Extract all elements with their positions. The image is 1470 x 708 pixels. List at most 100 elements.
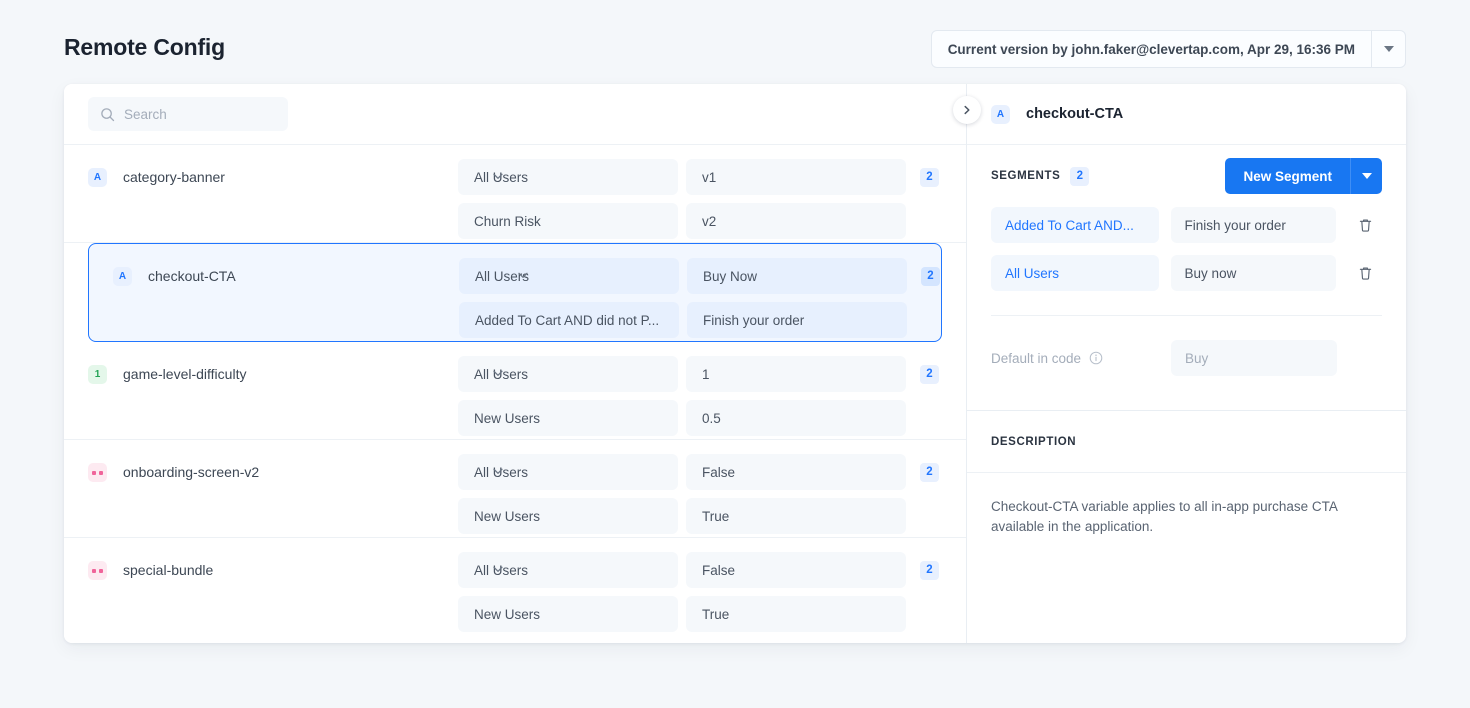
rule-line: New Users True [458, 596, 942, 632]
rule-line: All Users False 2 [458, 454, 942, 490]
variable-row[interactable]: 1 game-level-difficulty All Users 1 2 New Use… [64, 342, 966, 440]
boolean-dot [92, 568, 96, 573]
variant-count-badge: 2 [920, 560, 939, 580]
rule-segment-cell[interactable]: All Users [459, 258, 679, 294]
new-segment-split-button[interactable]: New Segment [1225, 158, 1382, 194]
type-badge-boolean [88, 561, 107, 580]
variable-name: onboarding-screen-v2 [123, 464, 260, 480]
variant-count-badge: 2 [921, 266, 940, 286]
delete-segment-button[interactable] [1348, 256, 1382, 290]
type-badge-string: A [88, 168, 107, 187]
variable-name: category-banner [123, 169, 225, 185]
rule-segment-cell[interactable]: Churn Risk [458, 203, 678, 239]
segments-header: SEGMENTS 2 New Segment [967, 145, 1406, 207]
rule-value-cell[interactable]: False [686, 552, 906, 588]
caret-glyph [1361, 173, 1372, 179]
expand-row-chevron-down-icon[interactable] [491, 169, 505, 188]
variable-rules: All Users False 2 New Users True [458, 440, 942, 537]
segments-label: SEGMENTS [991, 170, 1061, 182]
variable-rules: All Users Buy Now 2 Added To Cart AND did n… [459, 244, 941, 341]
expand-row-chevron-down-icon[interactable] [491, 464, 505, 483]
page-title: Remote Config [64, 34, 225, 60]
rule-value-cell[interactable]: True [686, 596, 906, 632]
chevron-down-icon[interactable] [1371, 31, 1405, 67]
search-placeholder: Search [124, 106, 167, 122]
default-label-text: Default in code [991, 350, 1082, 366]
rule-line: All Users v1 2 [458, 159, 942, 195]
detail-title: checkout-CTA [1026, 106, 1124, 122]
type-badge-number: 1 [88, 365, 107, 384]
variable-name-cell: 1 game-level-difficulty [88, 342, 458, 439]
variant-count-badge: 2 [920, 364, 939, 384]
variable-row[interactable]: onboarding-screen-v2 All Users False 2 New U… [64, 440, 966, 538]
segment-name-pill[interactable]: Added To Cart AND... [991, 207, 1159, 243]
variable-row[interactable]: Acheckout-CTA All Users Buy Now 2 Added To C… [88, 243, 942, 342]
variable-rules: All Users False 2 New Users True [458, 538, 942, 636]
description-label: DESCRIPTION [967, 411, 1406, 473]
rule-value-cell[interactable]: Finish your order [687, 302, 907, 338]
variant-count-badge: 2 [920, 462, 939, 482]
default-in-code-label: Default in code [991, 351, 1159, 366]
expand-row-chevron-down-icon[interactable] [491, 562, 505, 581]
segment-row: All Users Buy now [991, 255, 1382, 291]
rule-value-cell[interactable]: v1 [686, 159, 906, 195]
segments-count-badge: 2 [1070, 166, 1090, 186]
rule-value-cell[interactable]: 0.5 [686, 400, 906, 436]
caret-glyph [1383, 46, 1394, 52]
version-selector-label: Current version by john.faker@clevertap.… [947, 41, 1355, 57]
boolean-dot [92, 470, 96, 475]
detail-header: A checkout-CTA [967, 84, 1406, 145]
delete-segment-button[interactable] [1348, 208, 1382, 242]
variable-name-cell: Acategory-banner [88, 145, 458, 242]
version-selector[interactable]: Current version by john.faker@clevertap.… [930, 30, 1406, 68]
collapse-panel-button[interactable] [953, 96, 981, 124]
info-icon[interactable] [1089, 351, 1103, 365]
description-text: Checkout-CTA variable applies to all in-… [991, 499, 1338, 534]
search-bar-row: Search [64, 84, 966, 145]
rule-line: New Users True [458, 498, 942, 534]
rule-line: Added To Cart AND did not P... Finish you… [459, 302, 941, 338]
segment-name-pill[interactable]: All Users [991, 255, 1159, 291]
new-segment-button[interactable]: New Segment [1225, 158, 1350, 194]
variable-name: checkout-CTA [148, 268, 236, 284]
rule-value-cell[interactable]: True [686, 498, 906, 534]
rule-value-cell[interactable]: False [686, 454, 906, 490]
trash-icon [1359, 266, 1371, 280]
rule-value-cell[interactable]: Buy Now [687, 258, 907, 294]
variable-name: game-level-difficulty [123, 366, 247, 382]
rule-line: All Users False 2 [458, 552, 942, 588]
trash-icon [1359, 218, 1371, 232]
rule-segment-cell[interactable]: Added To Cart AND did not P... [459, 302, 679, 338]
rule-line: All Users 1 2 [458, 356, 942, 392]
boolean-dot [99, 470, 103, 475]
segment-value-input[interactable]: Finish your order [1170, 207, 1337, 243]
variable-name-cell: special-bundle [88, 538, 458, 636]
expand-row-chevron-down-icon[interactable] [491, 366, 505, 385]
type-badge-string: A [113, 267, 132, 286]
rule-segment-cell[interactable]: New Users [458, 400, 678, 436]
variant-count-badge: 2 [920, 167, 939, 187]
chevron-right-icon [964, 105, 970, 115]
rule-value-cell[interactable]: 1 [686, 356, 906, 392]
search-icon [101, 107, 115, 121]
variables-list-pane: Search Acategory-banner All Users v1 2 Churn… [64, 84, 966, 643]
new-segment-chevron-down-icon[interactable] [1350, 158, 1382, 194]
variables-rows: Acategory-banner All Users v1 2 Churn Risk v2… [64, 145, 966, 636]
page-header: Remote Config Current version by john.fa… [0, 0, 1470, 88]
variable-row[interactable]: Acategory-banner All Users v1 2 Churn Risk v2 [64, 145, 966, 243]
boolean-dot [99, 568, 103, 573]
type-badge-boolean [88, 463, 107, 482]
rule-line: Churn Risk v2 [458, 203, 942, 239]
remote-config-card: Search Acategory-banner All Users v1 2 Churn… [64, 84, 1406, 643]
rule-value-cell[interactable]: v2 [686, 203, 906, 239]
variable-name: special-bundle [123, 562, 214, 578]
variable-row[interactable]: special-bundle All Users False 2 New Users Tr… [64, 538, 966, 636]
variable-name-cell: onboarding-screen-v2 [88, 440, 458, 537]
search-input[interactable]: Search [88, 97, 288, 131]
rule-line: New Users 0.5 [458, 400, 942, 436]
expand-row-chevron-down-icon[interactable] [516, 268, 530, 287]
segments-list: Added To Cart AND... Finish your order All… [967, 207, 1406, 303]
rule-segment-cell[interactable]: New Users [458, 498, 678, 534]
segment-value-input[interactable]: Buy now [1170, 255, 1337, 291]
rule-segment-cell[interactable]: New Users [458, 596, 678, 632]
